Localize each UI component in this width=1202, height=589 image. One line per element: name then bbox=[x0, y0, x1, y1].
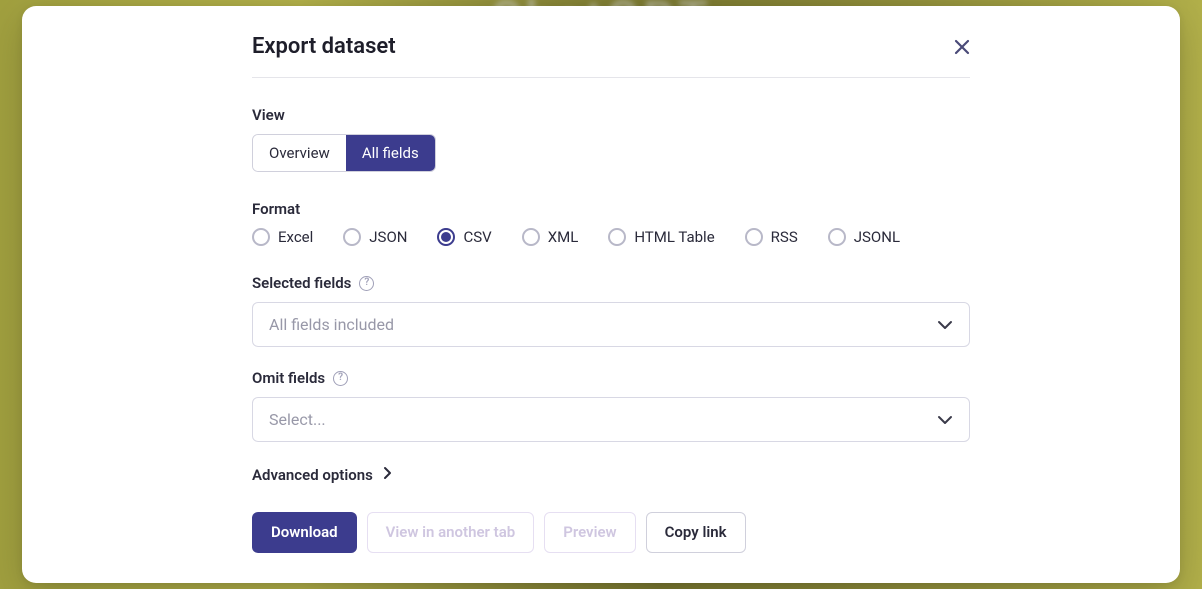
selected-fields-section: Selected fields ? All fields included bbox=[252, 274, 970, 347]
selected-fields-label-text: Selected fields bbox=[252, 274, 351, 292]
chevron-down-icon bbox=[937, 320, 953, 330]
view-label: View bbox=[252, 106, 970, 124]
modal-title: Export dataset bbox=[252, 34, 396, 59]
format-radio-jsonl[interactable]: JSONL bbox=[828, 228, 900, 246]
omit-fields-select[interactable]: Select... bbox=[252, 397, 970, 442]
preview-button[interactable]: Preview bbox=[544, 512, 635, 553]
omit-fields-label: Omit fields ? bbox=[252, 369, 970, 387]
chevron-right-icon bbox=[383, 466, 392, 484]
format-label: Format bbox=[252, 200, 970, 218]
help-icon[interactable]: ? bbox=[359, 276, 374, 291]
action-buttons: Download View in another tab Preview Cop… bbox=[252, 512, 970, 553]
close-icon[interactable] bbox=[954, 38, 970, 58]
selected-fields-select[interactable]: All fields included bbox=[252, 302, 970, 347]
copy-link-button[interactable]: Copy link bbox=[646, 512, 746, 553]
format-radio-html-table[interactable]: HTML Table bbox=[608, 228, 714, 246]
format-radio-label: CSV bbox=[463, 228, 491, 246]
omit-fields-section: Omit fields ? Select... bbox=[252, 369, 970, 442]
radio-icon bbox=[522, 228, 540, 246]
format-radio-csv[interactable]: CSV bbox=[437, 228, 491, 246]
radio-icon bbox=[828, 228, 846, 246]
radio-icon bbox=[252, 228, 270, 246]
omit-fields-placeholder: Select... bbox=[269, 410, 326, 429]
view-section: View Overview All fields bbox=[252, 106, 970, 172]
format-section: Format Excel JSON CSV XML HTML Table RSS… bbox=[252, 200, 970, 246]
format-radio-label: JSON bbox=[369, 228, 407, 246]
format-radio-label: Excel bbox=[278, 228, 313, 246]
format-radio-label: HTML Table bbox=[634, 228, 714, 246]
chevron-down-icon bbox=[937, 415, 953, 425]
export-dataset-modal: Export dataset View Overview All fields … bbox=[22, 6, 1180, 583]
radio-icon bbox=[343, 228, 361, 246]
radio-icon bbox=[745, 228, 763, 246]
omit-fields-label-text: Omit fields bbox=[252, 369, 325, 387]
format-radio-label: RSS bbox=[771, 228, 798, 246]
view-segmented-control: Overview All fields bbox=[252, 134, 436, 172]
modal-header: Export dataset bbox=[252, 34, 970, 78]
download-button[interactable]: Download bbox=[252, 512, 357, 553]
view-tab-overview[interactable]: Overview bbox=[253, 135, 346, 171]
view-in-another-tab-button[interactable]: View in another tab bbox=[367, 512, 535, 553]
selected-fields-placeholder: All fields included bbox=[269, 315, 394, 334]
format-radio-json[interactable]: JSON bbox=[343, 228, 407, 246]
radio-icon bbox=[437, 228, 455, 246]
format-radio-rss[interactable]: RSS bbox=[745, 228, 798, 246]
format-radio-label: XML bbox=[548, 228, 579, 246]
selected-fields-label: Selected fields ? bbox=[252, 274, 970, 292]
radio-icon bbox=[608, 228, 626, 246]
format-radio-label: JSONL bbox=[854, 228, 900, 246]
advanced-options-toggle[interactable]: Advanced options bbox=[252, 466, 970, 484]
advanced-options-label: Advanced options bbox=[252, 466, 373, 484]
format-radio-xml[interactable]: XML bbox=[522, 228, 579, 246]
view-tab-all-fields[interactable]: All fields bbox=[346, 135, 435, 171]
format-radio-excel[interactable]: Excel bbox=[252, 228, 313, 246]
format-radio-group: Excel JSON CSV XML HTML Table RSS JSONL bbox=[252, 228, 970, 246]
help-icon[interactable]: ? bbox=[333, 371, 348, 386]
